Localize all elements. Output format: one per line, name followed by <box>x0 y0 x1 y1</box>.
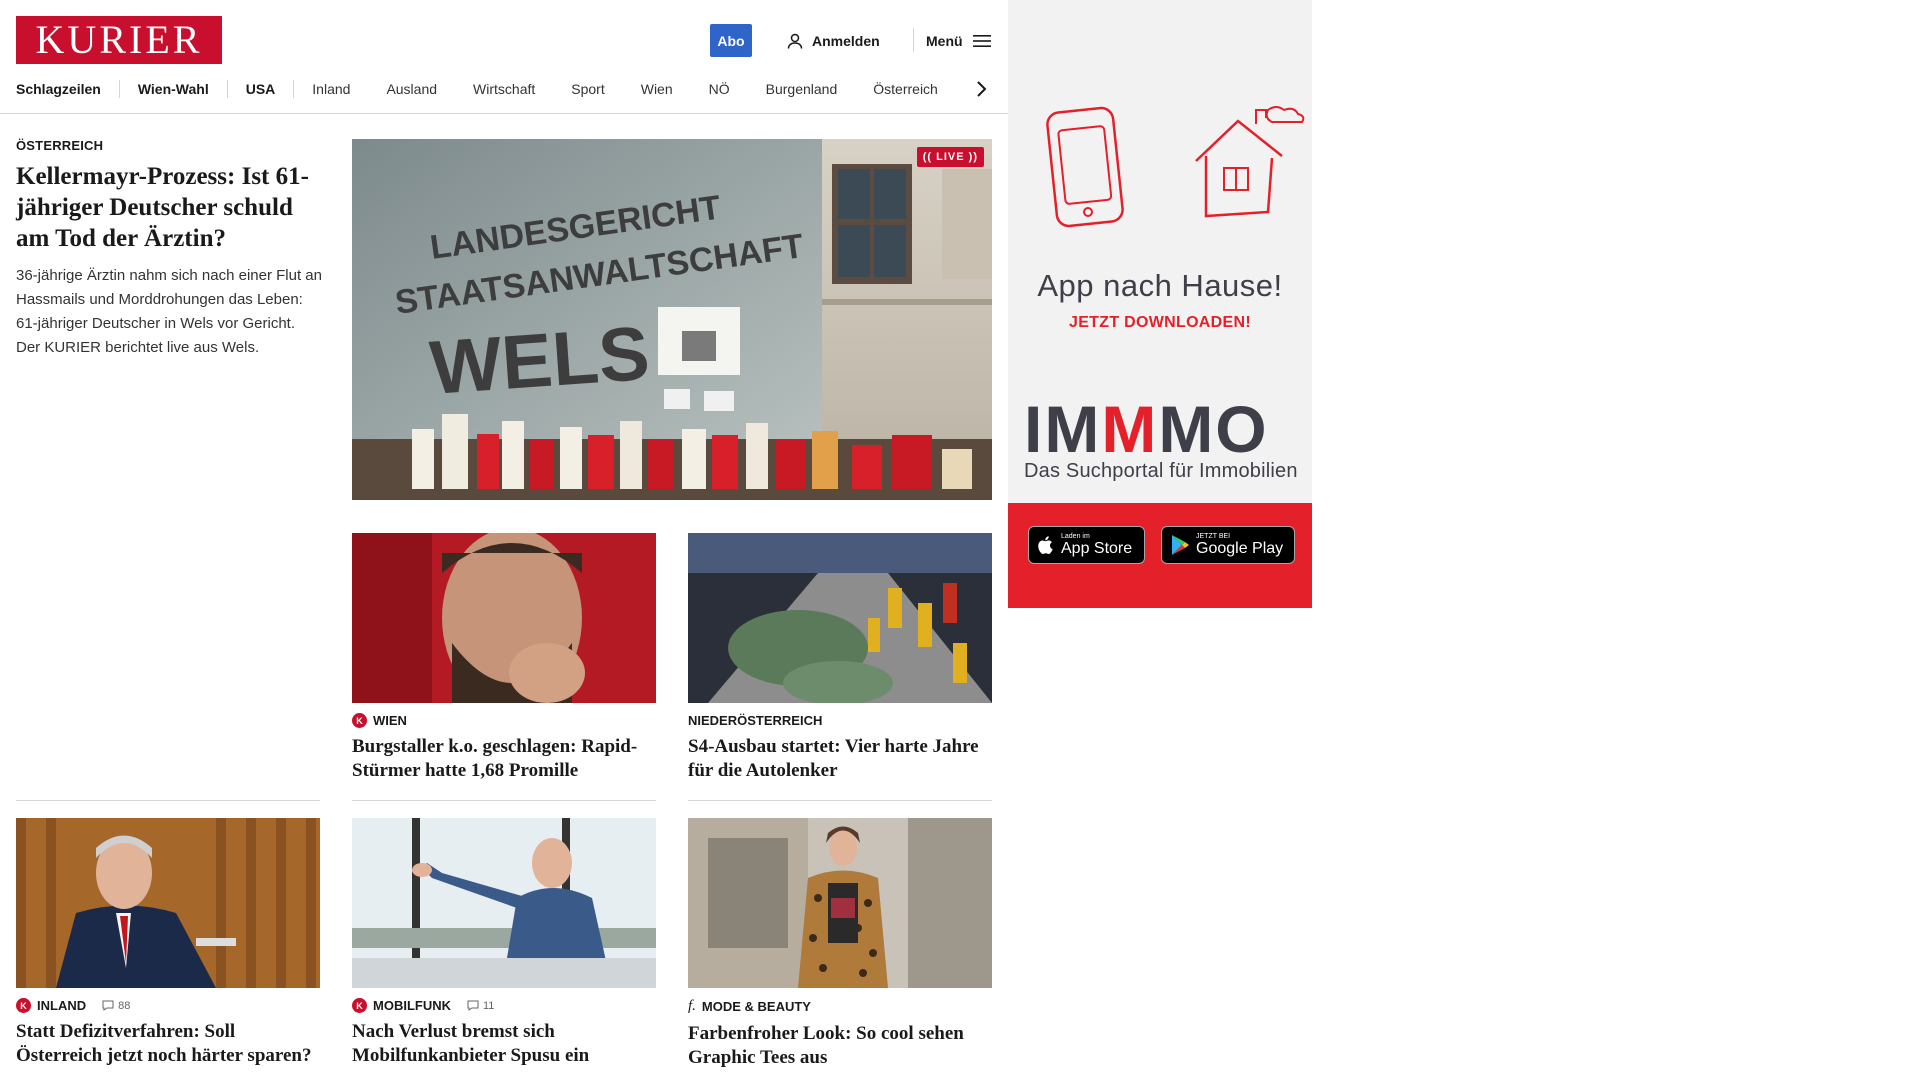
nav-item-wirtschaft[interactable]: Wirtschaft <box>455 76 553 102</box>
row-divider <box>16 800 320 801</box>
article-card[interactable]: K MOBILFUNK 11 Nach Verlust bremst sich … <box>352 818 656 1068</box>
article-section[interactable]: INLAND <box>37 998 86 1013</box>
hamburger-icon <box>972 35 991 47</box>
row-divider <box>352 800 656 801</box>
football-player-photo <box>352 533 656 703</box>
article-meta: K WIEN <box>352 713 656 728</box>
article-card[interactable]: f. MODE & BEAUTY Farbenfroher Look: So c… <box>688 818 992 1070</box>
nav-item-sport[interactable]: Sport <box>553 76 622 102</box>
article-section[interactable]: WIEN <box>373 713 407 728</box>
ceo-photo <box>352 818 656 988</box>
article-card[interactable]: NIEDERÖSTERREICH S4-Ausbau startet: Vier… <box>688 533 992 783</box>
nav-scroll-right-button[interactable] <box>975 78 989 100</box>
row-divider <box>688 800 992 801</box>
ad-tagline: App nach Hause! <box>1037 268 1283 303</box>
article-card[interactable]: K INLAND 88 Statt Defizitverfahren: Soll… <box>16 818 320 1068</box>
smartphone-icon <box>1046 106 1124 228</box>
header-divider <box>913 28 914 52</box>
user-icon <box>787 33 803 49</box>
fashion-photo <box>688 818 992 988</box>
abo-button[interactable]: Abo <box>710 24 752 57</box>
article-image[interactable] <box>16 818 320 988</box>
article-image[interactable] <box>352 818 656 988</box>
freizeit-icon: f. <box>688 998 696 1014</box>
article-image[interactable] <box>352 533 656 703</box>
article-section[interactable]: NIEDERÖSTERREICH <box>688 713 822 728</box>
login-button[interactable]: Anmelden <box>786 29 880 53</box>
kurier-plus-icon: K <box>352 998 367 1013</box>
nav-item-ausland[interactable]: Ausland <box>368 76 455 102</box>
article-headline[interactable]: Statt Defizitverfahren: Soll Österreich … <box>16 1020 320 1068</box>
article-image[interactable] <box>688 818 992 988</box>
house-icon <box>1195 106 1305 218</box>
site-header: KURIER Abo Anmelden Menü Schlagzeilen Wi… <box>0 0 1008 114</box>
main-navigation: Schlagzeilen Wien-Wahl USA Inland Auslan… <box>16 76 996 102</box>
politician-photo <box>16 818 320 988</box>
comment-count[interactable]: 88 <box>102 1000 130 1012</box>
immmo-subtitle: Das Suchportal für Immobilien <box>1024 460 1298 482</box>
immmo-logo: IMMMO <box>1024 392 1269 466</box>
courthouse-photo: LANDESGERICHT STAATSANWALTSCHAFT WELS <box>352 139 992 500</box>
app-store-bar: Laden im App Store JETZT BEI Google Play <box>1008 503 1312 608</box>
article-section[interactable]: MOBILFUNK <box>373 998 451 1013</box>
google-play-icon <box>1172 535 1189 555</box>
login-label: Anmelden <box>812 33 880 49</box>
lead-kicker: ÖSTERREICH <box>16 138 104 153</box>
article-headline[interactable]: Nach Verlust bremst sich Mobilfunkanbiet… <box>352 1020 656 1068</box>
article-meta: K MOBILFUNK 11 <box>352 998 656 1013</box>
ad-download-cta[interactable]: JETZT DOWNLOADEN! <box>1008 314 1312 332</box>
menu-button[interactable]: Menü <box>926 29 991 53</box>
image-text-3: WELS <box>427 311 652 411</box>
nav-item-noe[interactable]: NÖ <box>691 76 748 102</box>
accident-scene-photo <box>688 533 992 703</box>
chevron-right-icon <box>977 81 987 97</box>
article-headline[interactable]: S4-Ausbau startet: Vier harte Jahre für … <box>688 735 992 783</box>
live-badge: (( LIVE )) <box>916 147 984 167</box>
article-image[interactable] <box>688 533 992 703</box>
article-headline[interactable]: Burgstaller k.o. geschlagen: Rapid-Stürm… <box>352 735 656 783</box>
nav-item-wien-wahl[interactable]: Wien-Wahl <box>120 76 227 102</box>
article-meta: K INLAND 88 <box>16 998 320 1013</box>
lead-teaser: 36-jährige Ärztin nahm sich nach einer F… <box>16 267 322 356</box>
article-meta: f. MODE & BEAUTY <box>688 998 992 1015</box>
advertisement-banner[interactable]: App nach Hause! JETZT DOWNLOADEN! IMMMO … <box>1008 0 1312 608</box>
kurier-plus-icon: K <box>352 713 367 728</box>
article-card[interactable]: K WIEN Burgstaller k.o. geschlagen: Rapi… <box>352 533 656 783</box>
comment-icon <box>467 1000 479 1011</box>
nav-item-burgenland[interactable]: Burgenland <box>748 76 856 102</box>
menu-label: Menü <box>926 33 963 49</box>
lead-article[interactable]: ÖSTERREICH Kellermayr-Prozess: Ist 61-jä… <box>16 138 322 360</box>
article-meta: NIEDERÖSTERREICH <box>688 713 992 728</box>
nav-item-inland[interactable]: Inland <box>294 76 368 102</box>
app-store-button[interactable]: Laden im App Store <box>1028 526 1145 564</box>
lead-image[interactable]: LANDESGERICHT STAATSANWALTSCHAFT WELS ((… <box>352 139 992 500</box>
nav-item-usa[interactable]: USA <box>228 76 294 102</box>
comment-count[interactable]: 11 <box>467 1000 494 1012</box>
article-headline[interactable]: Farbenfroher Look: So cool sehen Graphic… <box>688 1022 992 1070</box>
nav-item-schlagzeilen[interactable]: Schlagzeilen <box>16 76 119 102</box>
kurier-plus-icon: K <box>16 998 31 1013</box>
article-section[interactable]: MODE & BEAUTY <box>702 999 811 1014</box>
apple-icon <box>1038 536 1053 555</box>
kurier-logo[interactable]: KURIER <box>16 16 222 64</box>
nav-item-oesterreich[interactable]: Österreich <box>855 76 956 102</box>
comment-icon <box>102 1000 114 1011</box>
google-play-button[interactable]: JETZT BEI Google Play <box>1161 526 1295 564</box>
nav-item-wien[interactable]: Wien <box>623 76 691 102</box>
lead-headline[interactable]: Kellermayr-Prozess: Ist 61-jähriger Deut… <box>16 161 322 254</box>
